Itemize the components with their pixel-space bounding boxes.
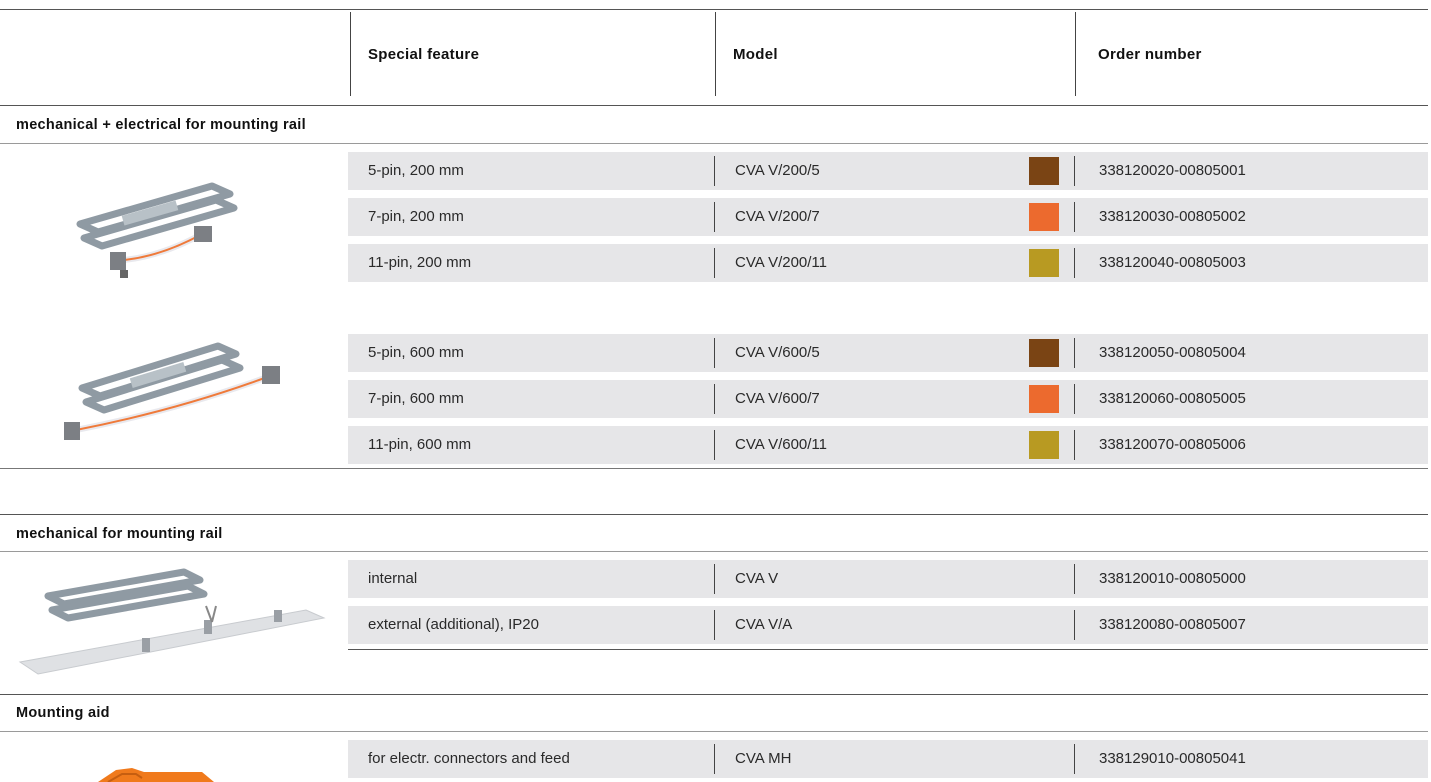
cell-divider xyxy=(1074,430,1075,460)
cell-divider xyxy=(714,744,715,774)
mounting-rail-connector-long-image xyxy=(64,342,280,440)
cell-divider xyxy=(1074,744,1075,774)
color-swatch xyxy=(1029,431,1059,459)
model-cell: CVA V/600/5 xyxy=(735,344,820,361)
section-rule xyxy=(0,731,1428,732)
cell-divider xyxy=(714,610,715,640)
cell-divider xyxy=(714,202,715,232)
cell-divider xyxy=(1074,564,1075,594)
order-number-cell: 338120070-00805006 xyxy=(1099,436,1246,453)
special-feature-cell: 11-pin, 200 mm xyxy=(368,254,472,271)
mounting-aid-image xyxy=(98,768,214,782)
section-top-rule xyxy=(0,694,1428,695)
header-divider xyxy=(350,12,351,96)
mounting-rail-bracket-image xyxy=(18,568,326,675)
header-bottom-rule xyxy=(0,105,1428,106)
row-end-rule xyxy=(348,649,1428,650)
color-swatch xyxy=(1029,203,1059,231)
header-divider xyxy=(715,12,716,96)
model-cell: CVA V xyxy=(735,570,779,587)
cell-divider xyxy=(714,564,715,594)
order-number-cell: 338120040-00805003 xyxy=(1099,254,1246,271)
order-number-cell: 338120080-00805007 xyxy=(1099,616,1246,633)
cell-divider xyxy=(714,338,715,368)
model-cell: CVA V/200/5 xyxy=(735,162,820,179)
color-swatch xyxy=(1029,339,1059,367)
section-rule xyxy=(0,551,1428,552)
special-feature-cell: for electr. connectors and feed xyxy=(368,750,570,767)
cell-divider xyxy=(1074,384,1075,414)
cell-divider xyxy=(714,156,715,186)
cell-divider xyxy=(1074,248,1075,278)
order-number-cell: 338129010-00805041 xyxy=(1099,750,1246,767)
section-title: mechanical for mounting rail xyxy=(16,526,223,542)
model-cell: CVA V/600/11 xyxy=(735,436,828,453)
order-number-cell: 338120020-00805001 xyxy=(1099,162,1246,179)
cell-divider xyxy=(714,430,715,460)
table-row: 5-pin, 600 mm CVA V/600/5 338120050-0080… xyxy=(348,334,1428,372)
table-row: 7-pin, 200 mm CVA V/200/7 338120030-0080… xyxy=(348,198,1428,236)
special-feature-cell: 5-pin, 200 mm xyxy=(368,162,464,179)
order-number-cell: 338120050-00805004 xyxy=(1099,344,1246,361)
section-title: Mounting aid xyxy=(16,705,110,721)
cell-divider xyxy=(714,384,715,414)
section-rule xyxy=(0,143,1428,144)
special-feature-cell: 7-pin, 600 mm xyxy=(368,390,464,407)
cell-divider xyxy=(1074,338,1075,368)
model-cell: CVA V/200/11 xyxy=(735,254,828,271)
column-header-special-feature: Special feature xyxy=(368,46,480,63)
special-feature-cell: internal xyxy=(368,570,418,587)
table-top-rule xyxy=(0,9,1428,10)
section-end-rule xyxy=(0,468,1428,469)
color-swatch xyxy=(1029,157,1059,185)
special-feature-cell: 7-pin, 200 mm xyxy=(368,208,464,225)
cell-divider xyxy=(714,248,715,278)
cell-divider xyxy=(1074,202,1075,232)
table-row: 11-pin, 200 mm CVA V/200/11 338120040-00… xyxy=(348,244,1428,282)
table-row: external (additional), IP20 CVA V/A 3381… xyxy=(348,606,1428,644)
model-cell: CVA V/200/7 xyxy=(735,208,820,225)
column-header-model: Model xyxy=(733,46,778,63)
special-feature-cell: 11-pin, 600 mm xyxy=(368,436,472,453)
header-divider xyxy=(1075,12,1076,96)
model-cell: CVA V/600/7 xyxy=(735,390,820,407)
cell-divider xyxy=(1074,610,1075,640)
section-top-rule xyxy=(0,514,1428,515)
color-swatch xyxy=(1029,249,1059,277)
table-row: internal CVA V 338120010-00805000 xyxy=(348,560,1428,598)
column-header-order-number: Order number xyxy=(1098,46,1202,63)
order-number-cell: 338120030-00805002 xyxy=(1099,208,1246,225)
cell-divider xyxy=(1074,156,1075,186)
table-row: 7-pin, 600 mm CVA V/600/7 338120060-0080… xyxy=(348,380,1428,418)
table-row: 11-pin, 600 mm CVA V/600/11 338120070-00… xyxy=(348,426,1428,464)
section-title: mechanical + electrical for mounting rai… xyxy=(16,117,306,133)
model-cell: CVA V/A xyxy=(735,616,793,633)
model-cell: CVA MH xyxy=(735,750,792,767)
order-number-cell: 338120010-00805000 xyxy=(1099,570,1246,587)
table-row: for electr. connectors and feed CVA MH 3… xyxy=(348,740,1428,778)
order-number-cell: 338120060-00805005 xyxy=(1099,390,1246,407)
special-feature-cell: 5-pin, 600 mm xyxy=(368,344,464,361)
mounting-rail-connector-image xyxy=(76,182,238,278)
table-row: 5-pin, 200 mm CVA V/200/5 338120020-0080… xyxy=(348,152,1428,190)
color-swatch xyxy=(1029,385,1059,413)
special-feature-cell: external (additional), IP20 xyxy=(368,616,539,633)
